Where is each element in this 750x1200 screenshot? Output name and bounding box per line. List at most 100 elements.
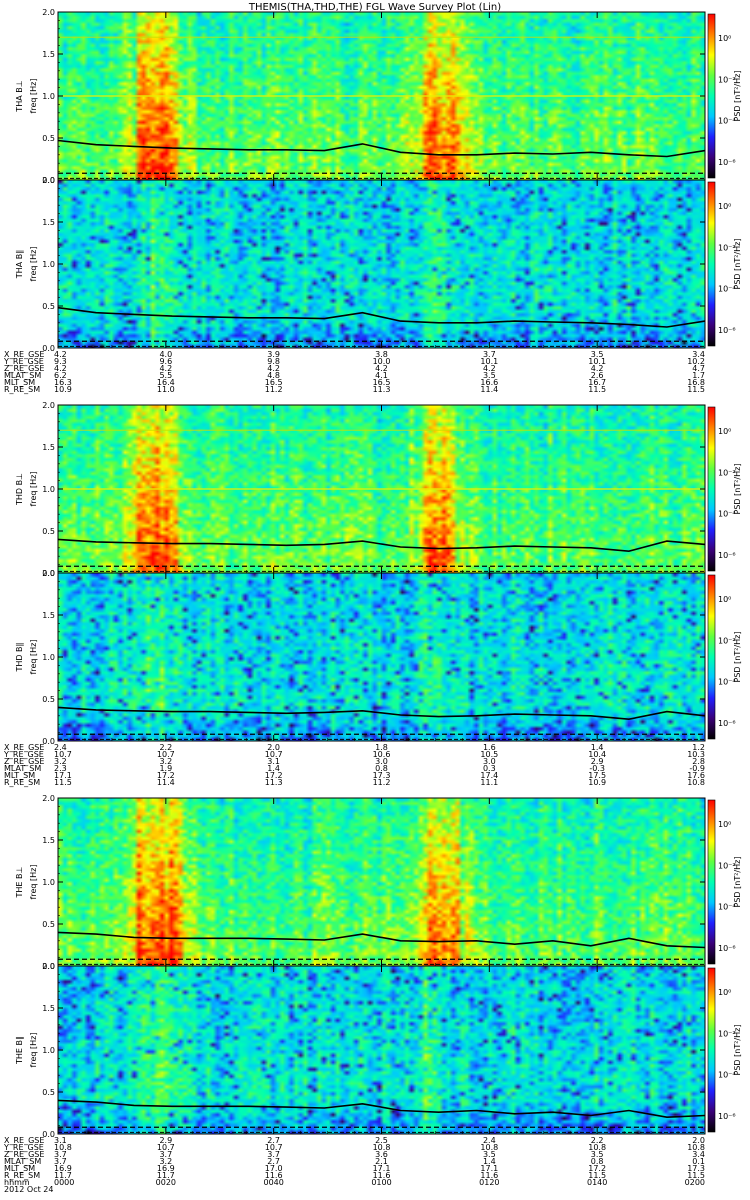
- panel-label: THA B⊥: [15, 80, 24, 112]
- colorbar-tick-label: 10⁰: [718, 820, 731, 829]
- y-tick-label: 2.0: [42, 176, 55, 185]
- colorbar-label: PSD [nT²/Hz]: [733, 857, 742, 908]
- ephemeris-value: 11.1: [480, 778, 498, 787]
- spectrogram-image: [58, 966, 705, 1134]
- y-axis-label: freq [Hz]: [29, 472, 38, 507]
- colorbar-label: PSD [nT²/Hz]: [733, 71, 742, 122]
- panel-tha: 2.01.51.00.50.0THA B⊥ freq [Hz]10⁰10⁻²10⁻…: [3, 8, 742, 394]
- ephemeris-value: 11.5: [54, 778, 72, 787]
- spectrogram-the-par: 2.01.51.00.50.0THE B∥ freq [Hz]10⁰10⁻²10⁻…: [15, 962, 742, 1139]
- ephemeris-label: R_RE_SM: [4, 385, 40, 394]
- panel-label: THD B⊥: [15, 473, 24, 506]
- ephemeris-value: 11.2: [373, 778, 391, 787]
- colorbar-tick-label: 10⁻⁶: [718, 719, 736, 728]
- colorbar: [707, 967, 716, 1133]
- colorbar-label: PSD [nT²/Hz]: [733, 464, 742, 515]
- colorbar-tick-label: 10⁰: [718, 595, 731, 604]
- y-tick-label: 1.0: [42, 1046, 55, 1055]
- ephemeris-table: X_RE_GSE 4.2 4.0 3.9 3.8 3.7 3.5 3.4Y_RE_GSE 9.3…: [3, 350, 705, 394]
- panel-thd: 2.01.51.00.50.0THD B⊥ freq [Hz]10⁰10⁻²10⁻…: [3, 401, 742, 787]
- colorbar-tick-label: 10⁰: [718, 427, 731, 436]
- ephemeris-value: 0140: [587, 1178, 607, 1187]
- panel-label: THE B∥: [15, 1036, 24, 1065]
- y-tick-label: 1.5: [42, 836, 55, 845]
- y-tick-label: 0.5: [42, 302, 55, 311]
- y-tick-label: 2.0: [42, 962, 55, 971]
- y-tick-label: 2.0: [42, 8, 55, 17]
- colorbar-tick-label: 10⁻⁶: [718, 158, 736, 167]
- y-tick-label: 2.0: [42, 569, 55, 578]
- ephemeris-value: 11.2: [265, 385, 283, 394]
- wave-survey-plot: THEMIS(THA,THD,THE) FGL Wave Survey Plot…: [3, 2, 742, 1187]
- ephemeris-label: R_RE_SM: [4, 778, 40, 787]
- ephemeris-value: 11.0: [157, 385, 175, 394]
- y-tick-label: 1.0: [42, 485, 55, 494]
- spectrogram-tha-par: 2.01.51.00.50.0THA B∥ freq [Hz]10⁰10⁻²10⁻…: [15, 176, 742, 353]
- ephemeris-value: 11.5: [687, 385, 705, 394]
- ephemeris-value: 0020: [156, 1178, 176, 1187]
- y-tick-label: 2.0: [42, 794, 55, 803]
- y-tick-label: 1.0: [42, 260, 55, 269]
- ephemeris-value: 11.4: [157, 778, 175, 787]
- y-tick-label: 1.5: [42, 50, 55, 59]
- colorbar-label: PSD [nT²/Hz]: [733, 1025, 742, 1076]
- y-tick-label: 0.5: [42, 134, 55, 143]
- ephemeris-value: 11.3: [265, 778, 283, 787]
- colorbar-tick-label: 10⁻⁶: [718, 326, 736, 335]
- colorbar-tick-label: 10⁻⁶: [718, 1112, 736, 1121]
- panel-label: THD B∥: [15, 642, 24, 672]
- y-axis-label: freq [Hz]: [29, 1033, 38, 1068]
- colorbar-label: PSD [nT²/Hz]: [733, 632, 742, 683]
- colorbar: [707, 799, 716, 965]
- colorbar: [707, 181, 716, 347]
- y-tick-label: 0.5: [42, 1088, 55, 1097]
- y-tick-label: 1.5: [42, 443, 55, 452]
- panel-the: 2.01.51.00.50.0THE B⊥ freq [Hz]10⁰10⁻²10⁻…: [3, 794, 742, 1187]
- colorbar: [707, 406, 716, 572]
- panel-label: THA B∥: [15, 250, 24, 279]
- y-tick-label: 0.5: [42, 695, 55, 704]
- colorbar-tick-label: 10⁰: [718, 202, 731, 211]
- ephemeris-value: 0100: [371, 1178, 391, 1187]
- y-tick-label: 1.0: [42, 653, 55, 662]
- y-tick-label: 1.0: [42, 92, 55, 101]
- ephemeris-value: 0120: [479, 1178, 499, 1187]
- ephemeris-table: X_RE_GSE 2.4 2.2 2.0 1.8 1.6 1.4 1.2Y_RE_GSE 10.…: [3, 743, 705, 787]
- colorbar-tick-label: 10⁻⁶: [718, 944, 736, 953]
- y-axis-label: freq [Hz]: [29, 865, 38, 900]
- panel-label: THE B⊥: [15, 866, 24, 898]
- y-axis-label: freq [Hz]: [29, 247, 38, 282]
- spectrogram-thd-par: 2.01.51.00.50.0THD B∥ freq [Hz]10⁰10⁻²10⁻…: [15, 569, 742, 746]
- ephemeris-value: 0000: [54, 1178, 74, 1187]
- spectrogram-thd-perp: 2.01.51.00.50.0THD B⊥ freq [Hz]10⁰10⁻²10⁻…: [15, 401, 742, 578]
- spectrogram-the-perp: 2.01.51.00.50.0THE B⊥ freq [Hz]10⁰10⁻²10⁻…: [15, 794, 742, 971]
- spectrogram-image: [58, 798, 705, 966]
- y-axis-label: freq [Hz]: [29, 79, 38, 114]
- y-tick-label: 1.5: [42, 1004, 55, 1013]
- colorbar-tick-label: 10⁻⁶: [718, 551, 736, 560]
- y-axis-label: freq [Hz]: [29, 640, 38, 675]
- colorbar: [707, 13, 716, 179]
- colorbar: [707, 574, 716, 740]
- ephemeris-value: 11.4: [480, 385, 498, 394]
- y-tick-label: 2.0: [42, 401, 55, 410]
- spectrogram-image: [58, 573, 705, 741]
- y-tick-label: 1.5: [42, 218, 55, 227]
- y-tick-label: 1.0: [42, 878, 55, 887]
- ephemeris-value: 0040: [263, 1178, 283, 1187]
- ephemeris-value: 10.8: [687, 778, 705, 787]
- colorbar-tick-label: 10⁰: [718, 34, 731, 43]
- ephemeris-value: 11.5: [588, 385, 606, 394]
- ephemeris-value: 10.9: [54, 385, 72, 394]
- ephemeris-value: 11.3: [373, 385, 391, 394]
- y-tick-label: 0.5: [42, 527, 55, 536]
- ephemeris-table: X_RE_GSE 3.1 2.9 2.7 2.5 2.4 2.2 2.0Y_RE_GSE 10.…: [3, 1136, 705, 1187]
- ephemeris-value: 10.9: [588, 778, 606, 787]
- y-tick-label: 1.5: [42, 611, 55, 620]
- colorbar-tick-label: 10⁰: [718, 988, 731, 997]
- ephemeris-value: 0200: [685, 1178, 705, 1187]
- plot-date: 2012 Oct 24: [4, 1185, 54, 1194]
- colorbar-label: PSD [nT²/Hz]: [733, 239, 742, 290]
- y-tick-label: 0.5: [42, 920, 55, 929]
- spectrogram-tha-perp: 2.01.51.00.50.0THA B⊥ freq [Hz]10⁰10⁻²10⁻…: [15, 8, 742, 185]
